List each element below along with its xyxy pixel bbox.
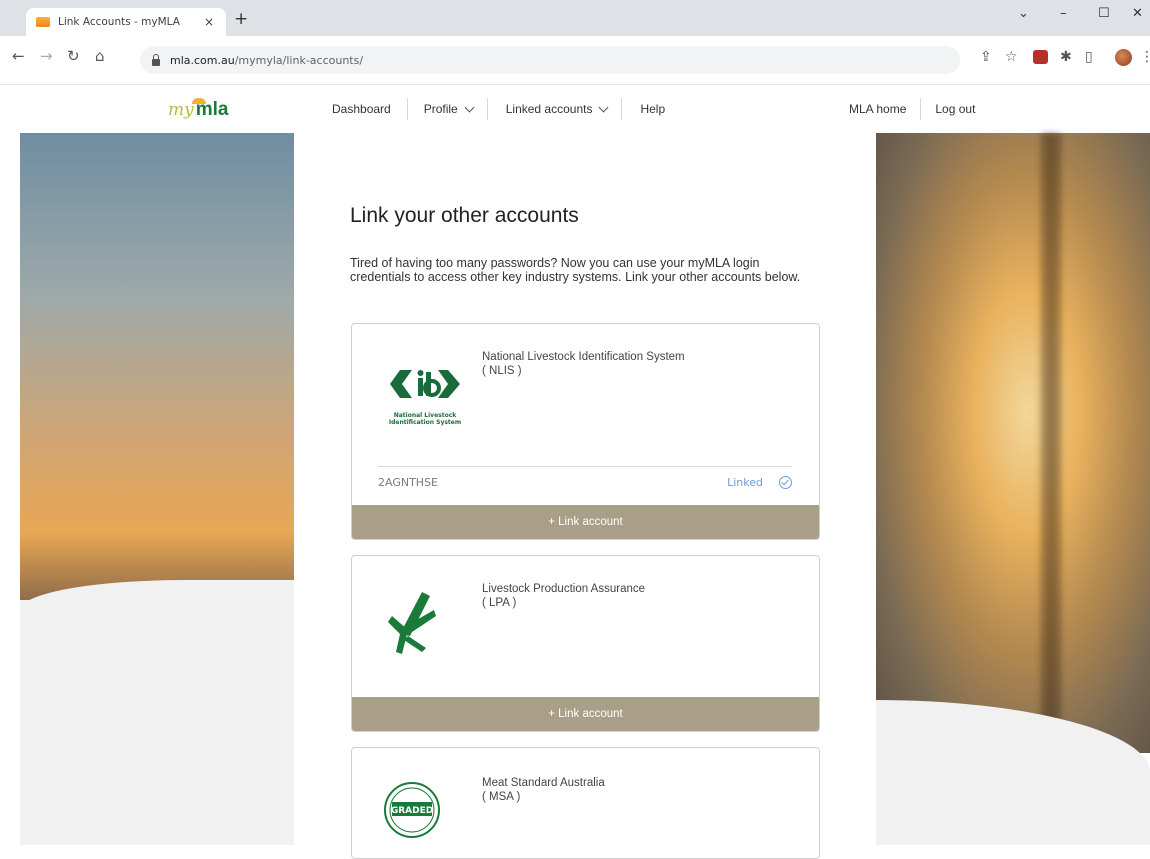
tab-title: Link Accounts - myMLA [58,16,180,28]
browser-toolbar: ← → ↻ ⌂ mla.com.au/mymyla/link-accounts/… [0,36,1150,85]
chevron-down-icon [464,102,475,112]
tree-background-right [876,133,1150,753]
nav-divider [621,98,623,120]
lock-icon [152,53,160,66]
nav-divider [406,98,408,120]
home-icon[interactable]: ⌂ [95,47,105,65]
card-title: Livestock Production Assurance ( LPA ) [482,583,646,609]
menu-kebab-icon[interactable]: ⋮ [1140,49,1150,65]
link-account-button[interactable]: + Link account [352,505,819,539]
extension-icon[interactable] [1033,50,1048,64]
account-card-nlis: National Livestock Identification System… [351,323,820,540]
card-title: Meat Standard Australia ( MSA ) [482,777,605,803]
lpa-checkmark-logo-icon [388,592,436,654]
share-icon[interactable]: ⇪ [980,49,992,65]
nav-dashboard[interactable]: Dashboard [332,85,391,133]
tree-trunk-decoration [1040,133,1062,733]
logo-sun-icon [192,98,206,104]
sunset-background-left [20,133,294,603]
forward-icon[interactable]: → [40,47,53,65]
nav-divider [920,98,922,120]
msa-graded-seal-icon: GRADED [384,782,440,838]
back-icon[interactable]: ← [12,47,25,65]
close-window-icon[interactable]: ✕ [1132,6,1143,21]
nav-mla-home[interactable]: MLA home [849,85,906,133]
profile-avatar-icon[interactable] [1115,49,1132,66]
background-floor [20,600,294,845]
card-title: National Livestock Identification System… [482,351,685,377]
browser-tab[interactable]: Link Accounts - myMLA × [26,8,226,36]
maximize-icon[interactable]: ☐ [1098,6,1110,21]
nlis-logo: National Livestock Identification System [380,362,470,426]
extensions-puzzle-icon[interactable]: ✱ [1060,49,1072,65]
address-bar[interactable]: mla.com.au/mymyla/link-accounts/ [140,46,960,74]
browser-tab-bar: Link Accounts - myMLA × + ⌄ – ☐ ✕ [0,0,1150,36]
tab-search-icon[interactable]: ⌄ [1018,6,1029,21]
linked-account-row: 2AGNTHSE Linked [378,466,792,497]
nav-linked-accounts[interactable]: Linked accounts [506,85,609,133]
svg-text:GRADED: GRADED [391,806,433,816]
site-favicon-icon [36,17,50,27]
nlis-logo-caption: National Livestock Identification System [388,412,462,426]
side-panel-icon[interactable]: ▯ [1085,49,1093,65]
chevron-down-icon [599,102,609,112]
nav-divider [486,98,488,120]
site-header: my mla Dashboard Profile Linked accounts… [0,85,1150,133]
page-title: Link your other accounts [350,204,579,227]
reload-icon[interactable]: ↻ [67,47,80,65]
bookmark-star-icon[interactable]: ☆ [1005,49,1018,65]
nav-help[interactable]: Help [640,85,665,133]
mymla-logo[interactable]: my mla [168,98,228,121]
account-card-lpa: Livestock Production Assurance ( LPA ) +… [351,555,820,732]
nav-profile[interactable]: Profile [424,85,475,133]
new-tab-button[interactable]: + [234,9,248,29]
minimize-icon[interactable]: – [1060,6,1067,21]
check-circle-icon [779,475,792,489]
nlis-id-icon [390,370,460,398]
main-nav: Dashboard Profile Linked accounts Help [332,85,665,133]
utility-nav: MLA home Log out [849,85,975,133]
account-card-msa: GRADED Meat Standard Australia ( MSA ) [351,747,820,859]
linked-status: Linked [727,475,792,489]
account-id: 2AGNTHSE [378,475,439,489]
url-text: mla.com.au/mymyla/link-accounts/ [170,53,364,67]
tab-close-icon[interactable]: × [204,15,214,29]
link-account-button[interactable]: + Link account [352,697,819,731]
intro-text: Tired of having too many passwords? Now … [350,256,801,284]
nav-logout[interactable]: Log out [935,85,975,133]
